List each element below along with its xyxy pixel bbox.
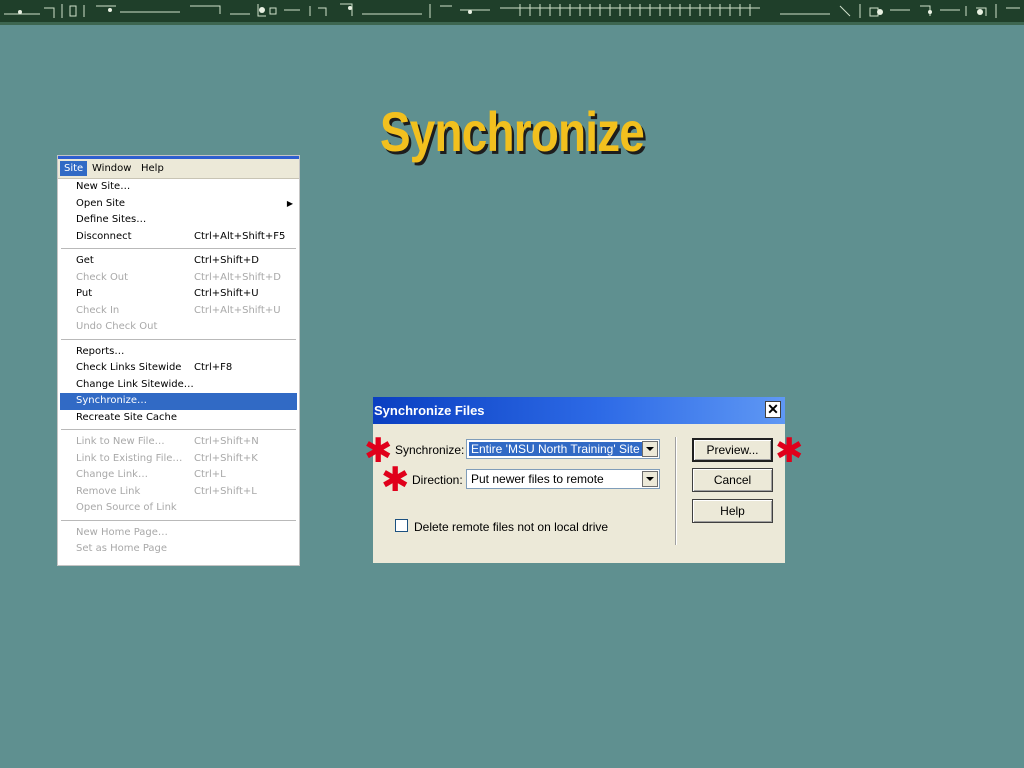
menu-item-shortcut: Ctrl+L (194, 469, 226, 480)
menu-item-label: Recreate Site Cache (76, 411, 178, 423)
menu-item-label: Check In (76, 304, 120, 316)
delete-remote-checkbox[interactable] (395, 519, 408, 532)
menu-item-put[interactable]: Put Ctrl+Shift+U (58, 286, 299, 303)
menu-item-shortcut: Ctrl+Alt+Shift+U (194, 304, 281, 316)
banner-edge (0, 22, 1024, 25)
menu-item-recreate-site-cache[interactable]: Recreate Site Cache (58, 410, 299, 427)
menu-item-label: Reports… (76, 345, 125, 357)
menu-item-link-to-existing-file: Link to Existing File… Ctrl+Shift+K (58, 451, 299, 468)
menu-item-label: Synchronize… (76, 395, 147, 406)
dialog-titlebar: Synchronize Files ✕ (373, 397, 785, 424)
cancel-button[interactable]: Cancel (692, 468, 773, 492)
menu-item-label: Get (76, 255, 94, 266)
close-icon[interactable]: ✕ (765, 401, 781, 418)
chevron-down-icon[interactable] (642, 441, 658, 457)
asterisk-marker-direction: ✱ (381, 460, 410, 500)
synchronize-files-dialog: Synchronize Files ✕ Synchronize: Entire … (373, 397, 785, 563)
menu-item-label: Remove Link (76, 485, 141, 497)
menu-separator (58, 245, 299, 253)
preview-button[interactable]: Preview... (692, 438, 773, 462)
dialog-title: Synchronize Files (374, 403, 485, 418)
menu-item-set-as-home-page: Set as Home Page (58, 541, 299, 558)
synchronize-label: Synchronize: (395, 443, 465, 457)
menu-item-check-in: Check In Ctrl+Alt+Shift+U (58, 303, 299, 320)
menu-item-shortcut: Ctrl+Shift+L (194, 485, 257, 497)
menu-item-label: New Site… (76, 181, 131, 192)
menu-separator (58, 336, 299, 344)
menu-item-label: New Home Page… (76, 526, 168, 538)
menu-item-new-site[interactable]: New Site… (58, 179, 299, 196)
help-button[interactable]: Help (692, 499, 773, 523)
menu-item-shortcut: Ctrl+Shift+K (194, 452, 258, 464)
synchronize-select[interactable]: Entire 'MSU North Training' Site (466, 439, 660, 459)
menu-item-label: Check Out (76, 271, 129, 283)
direction-label: Direction: (412, 473, 463, 487)
menu-item-label: Link to Existing File… (76, 452, 183, 464)
synchronize-value: Entire 'MSU North Training' Site (469, 442, 642, 456)
menu-item-link-to-new-file: Link to New File… Ctrl+Shift+N (58, 434, 299, 451)
menu-item-label: Change Link… (76, 469, 148, 480)
menu-item-label: Disconnect (76, 230, 132, 242)
menu-item-label: Put (76, 288, 93, 299)
delete-remote-label: Delete remote files not on local drive (414, 520, 609, 534)
menu-item-shortcut: Ctrl+F8 (194, 362, 233, 373)
menu-item-disconnect[interactable]: Disconnect Ctrl+Alt+Shift+F5 (58, 229, 299, 246)
menu-item-label: Open Source of Link (76, 502, 177, 513)
asterisk-marker-preview: ✱ (775, 431, 804, 471)
menu-item-define-sites[interactable]: Define Sites… (58, 212, 299, 229)
menu-item-shortcut: Ctrl+Shift+U (194, 288, 259, 299)
direction-value: Put newer files to remote (471, 472, 604, 486)
menu-item-undo-check-out: Undo Check Out (58, 319, 299, 336)
menu-item-remove-link: Remove Link Ctrl+Shift+L (58, 484, 299, 501)
menu-item-change-link-sitewide[interactable]: Change Link Sitewide… (58, 377, 299, 394)
site-menu-screenshot: Site Window Help New Site… Open Site ▶ Defi… (57, 155, 300, 566)
menu-item-new-home-page: New Home Page… (58, 525, 299, 542)
menu-item-shortcut: Ctrl+Alt+Shift+F5 (194, 230, 286, 242)
menu-item-synchronize[interactable]: Synchronize… (60, 393, 297, 410)
menubar-help[interactable]: Help (137, 161, 168, 176)
menu-item-label: Link to New File… (76, 436, 165, 447)
dialog-divider (675, 437, 677, 545)
menu-item-label: Check Links Sitewide (76, 362, 182, 373)
site-menu-dropdown: New Site… Open Site ▶ Define Sites… Disconne… (58, 179, 299, 558)
menu-item-shortcut: Ctrl+Alt+Shift+D (194, 271, 281, 283)
menu-item-shortcut: Ctrl+Shift+N (194, 436, 259, 447)
circuit-banner-image (0, 0, 1024, 22)
menu-item-label: Define Sites… (76, 214, 147, 225)
menu-item-open-site[interactable]: Open Site ▶ (58, 196, 299, 213)
menu-item-get[interactable]: Get Ctrl+Shift+D (58, 253, 299, 270)
menu-item-label: Undo Check Out (76, 321, 158, 332)
menu-item-label: Change Link Sitewide… (76, 378, 194, 390)
menu-item-reports[interactable]: Reports… (58, 344, 299, 361)
menu-item-check-links-sitewide[interactable]: Check Links Sitewide Ctrl+F8 (58, 360, 299, 377)
menubar-window[interactable]: Window (88, 161, 135, 176)
menu-item-label: Set as Home Page (76, 543, 168, 554)
menu-item-open-source-of-link: Open Source of Link (58, 500, 299, 517)
menu-item-label: Open Site (76, 197, 126, 209)
menu-item-change-link: Change Link… Ctrl+L (58, 467, 299, 484)
menu-separator (58, 517, 299, 525)
menubar: Site Window Help (58, 159, 299, 179)
chevron-down-icon[interactable] (642, 471, 658, 487)
submenu-arrow-icon: ▶ (286, 198, 293, 208)
direction-select[interactable]: Put newer files to remote (466, 469, 660, 489)
menu-separator (58, 426, 299, 434)
menu-item-shortcut: Ctrl+Shift+D (194, 255, 259, 266)
menubar-site[interactable]: Site (60, 161, 88, 176)
menu-item-check-out: Check Out Ctrl+Alt+Shift+D (58, 270, 299, 287)
